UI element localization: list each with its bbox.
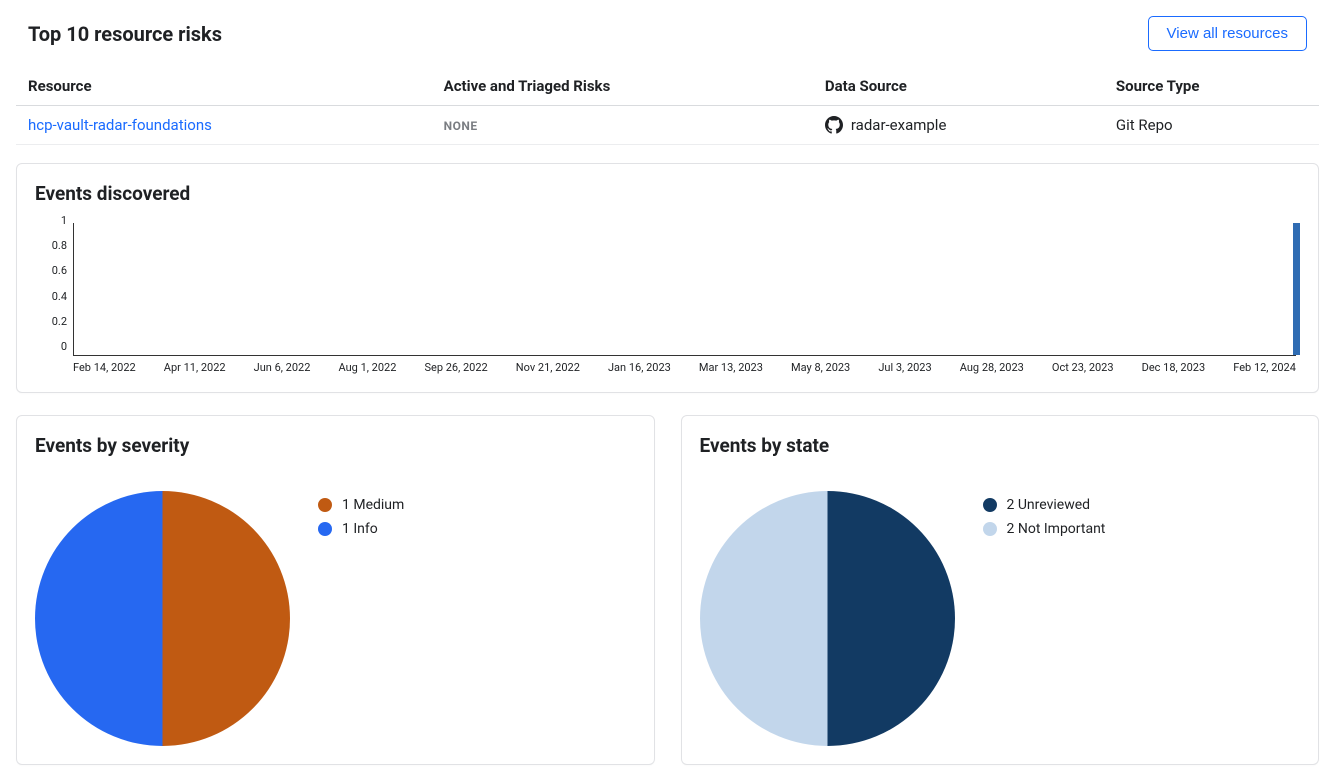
y-tick: 0 — [61, 341, 67, 352]
col-source-type: Source Type — [1104, 67, 1319, 106]
x-tick: May 8, 2023 — [791, 361, 850, 374]
x-tick: Dec 18, 2023 — [1142, 361, 1206, 374]
x-tick: Nov 21, 2022 — [516, 361, 580, 374]
source-type: Git Repo — [1104, 106, 1319, 145]
legend-label: 1 Info — [342, 521, 378, 537]
view-all-resources-button[interactable]: View all resources — [1148, 16, 1307, 51]
x-tick: Aug 28, 2023 — [960, 361, 1024, 374]
resource-risks-table: Resource Active and Triaged Risks Data S… — [16, 67, 1319, 145]
legend-swatch — [983, 522, 997, 536]
events-by-state-card: Events by state 2 Unreviewed 2 Not Import… — [681, 415, 1320, 765]
github-icon — [825, 116, 843, 134]
x-tick: Jan 16, 2023 — [608, 361, 671, 374]
severity-legend: 1 Medium 1 Info — [318, 491, 404, 537]
y-tick: 0.4 — [52, 291, 67, 302]
legend-item: 2 Unreviewed — [983, 497, 1106, 513]
events-by-severity-card: Events by severity 1 Medium 1 Info — [16, 415, 655, 765]
events-discovered-title: Events discovered — [35, 182, 1300, 205]
chart-bar — [1293, 223, 1300, 355]
events-by-state-title: Events by state — [700, 434, 1301, 457]
col-data-source: Data Source — [813, 67, 1104, 106]
y-tick: 0.6 — [52, 265, 67, 276]
risk-badge: NONE — [444, 119, 478, 133]
x-tick: Mar 13, 2023 — [699, 361, 763, 374]
state-pie-chart — [700, 491, 955, 746]
x-tick: Jun 6, 2022 — [254, 361, 311, 374]
chart-y-axis: 10.80.60.40.20 — [35, 219, 67, 356]
state-legend: 2 Unreviewed 2 Not Important — [983, 491, 1106, 537]
x-tick: Feb 12, 2024 — [1233, 361, 1296, 374]
legend-swatch — [983, 498, 997, 512]
x-tick: Sep 26, 2022 — [424, 361, 487, 374]
legend-label: 2 Not Important — [1007, 521, 1106, 537]
legend-item: 1 Medium — [318, 497, 404, 513]
col-risks: Active and Triaged Risks — [432, 67, 813, 106]
severity-pie-chart — [35, 491, 290, 746]
data-source-name: radar-example — [851, 116, 947, 134]
legend-item: 2 Not Important — [983, 521, 1106, 537]
legend-label: 2 Unreviewed — [1007, 497, 1091, 513]
y-tick: 0.2 — [52, 316, 67, 327]
x-tick: Oct 23, 2023 — [1052, 361, 1114, 374]
table-row: hcp-vault-radar-foundations NONE radar-e… — [16, 106, 1319, 145]
x-tick: Apr 11, 2022 — [164, 361, 226, 374]
legend-swatch — [318, 522, 332, 536]
x-tick: Aug 1, 2022 — [338, 361, 396, 374]
legend-item: 1 Info — [318, 521, 404, 537]
x-tick: Jul 3, 2023 — [878, 361, 931, 374]
col-resource: Resource — [16, 67, 432, 106]
resource-link[interactable]: hcp-vault-radar-foundations — [28, 116, 212, 134]
page-title: Top 10 resource risks — [28, 22, 222, 46]
legend-label: 1 Medium — [342, 497, 404, 513]
events-discovered-card: Events discovered 1 0.8 0.6 0.4 0.2 0 Feb 14,… — [16, 163, 1319, 393]
events-discovered-chart: 10.80.60.40.20 Feb 14, 2022Apr 11, 2022J… — [35, 219, 1300, 374]
legend-swatch — [318, 498, 332, 512]
x-tick: Feb 14, 2022 — [73, 361, 136, 374]
events-by-severity-title: Events by severity — [35, 434, 636, 457]
chart-plot — [73, 223, 1296, 356]
y-tick: 0.8 — [52, 240, 67, 251]
y-tick: 1 — [61, 215, 67, 226]
chart-x-axis: Feb 14, 2022 Apr 11, 2022 Jun 6, 2022 Aug 1… — [73, 361, 1296, 374]
